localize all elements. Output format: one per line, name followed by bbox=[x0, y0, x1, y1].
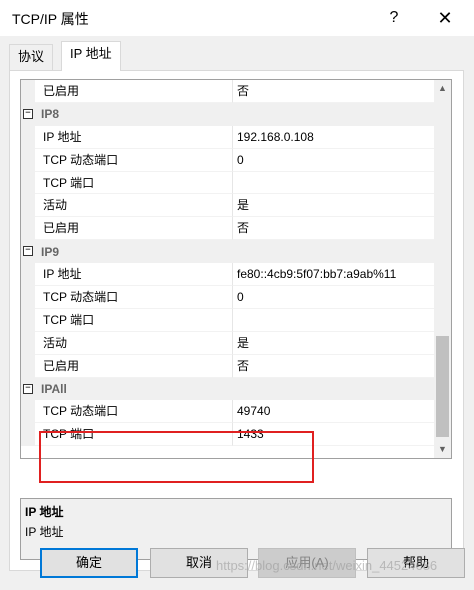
grid-category-row[interactable]: − IPAll bbox=[21, 377, 435, 401]
property-name: 活动 bbox=[35, 331, 233, 355]
grid-gutter: − bbox=[21, 377, 35, 401]
grid-gutter bbox=[21, 217, 35, 241]
property-name: TCP 端口 bbox=[35, 423, 233, 447]
grid-category-label: IPAll bbox=[41, 382, 67, 397]
grid-gutter bbox=[21, 80, 35, 103]
property-value[interactable] bbox=[233, 309, 435, 332]
property-name: TCP 动态端口 bbox=[35, 286, 233, 309]
grid-gutter bbox=[21, 194, 35, 218]
property-name: 已启用 bbox=[35, 217, 233, 241]
grid-property-row[interactable]: 已启用否 bbox=[21, 217, 435, 241]
grid-gutter bbox=[21, 400, 35, 424]
grid-gutter bbox=[21, 148, 35, 172]
apply-button[interactable]: 应用(A) bbox=[258, 548, 356, 578]
property-value[interactable]: 否 bbox=[233, 80, 435, 103]
property-value[interactable]: 是 bbox=[233, 332, 435, 355]
dialog-body: 协议 IP 地址 已启用否 − IP8 IP 地址 192.168.0.108 TCP 动… bbox=[0, 36, 474, 590]
property-value[interactable]: 0 bbox=[233, 286, 435, 309]
property-value[interactable]: 49740 bbox=[233, 400, 435, 424]
property-name: TCP 动态端口 bbox=[35, 148, 233, 172]
property-value[interactable]: 1433 bbox=[233, 423, 435, 447]
description-title: IP 地址 bbox=[25, 505, 64, 519]
description-text: IP 地址 bbox=[25, 525, 64, 539]
scroll-down-icon[interactable]: ▼ bbox=[434, 441, 451, 458]
property-value[interactable]: 否 bbox=[233, 217, 435, 241]
grid-property-row[interactable]: TCP 端口 bbox=[21, 308, 435, 332]
cancel-button[interactable]: 取消 bbox=[150, 548, 248, 578]
property-name: 活动 bbox=[35, 194, 233, 218]
grid-property-row[interactable]: IP 地址 192.168.0.108 bbox=[21, 125, 435, 149]
grid-property-row[interactable]: 已启用否 bbox=[21, 80, 435, 103]
grid-gutter bbox=[21, 354, 35, 378]
grid-category-label: IP9 bbox=[41, 244, 60, 259]
property-value[interactable]: 是 bbox=[233, 194, 435, 218]
grid-property-row[interactable]: 已启用否 bbox=[21, 354, 435, 378]
grid-gutter bbox=[21, 286, 35, 309]
grid-property-row[interactable]: TCP 端口 1433 bbox=[21, 423, 435, 447]
scroll-thumb[interactable] bbox=[436, 336, 449, 437]
vertical-scrollbar[interactable]: ▲ ▼ bbox=[434, 80, 451, 458]
grid-category-label: IP8 bbox=[41, 107, 60, 122]
tab-protocol[interactable]: 协议 bbox=[9, 44, 54, 70]
collapse-icon[interactable]: − bbox=[23, 383, 33, 394]
property-value[interactable]: fe80::4cb9:5f07:bb7:a9ab%11 bbox=[233, 263, 435, 287]
collapse-icon[interactable]: − bbox=[23, 108, 33, 119]
grid-gutter bbox=[21, 308, 35, 332]
grid-gutter bbox=[21, 171, 35, 195]
property-name: TCP 动态端口 bbox=[35, 400, 233, 424]
grid-gutter bbox=[21, 423, 35, 447]
window-title: TCP/IP 属性 bbox=[12, 11, 89, 27]
collapse-icon[interactable]: − bbox=[23, 246, 33, 257]
grid-property-row[interactable]: TCP 动态端口 0 bbox=[21, 286, 435, 309]
tab-panel-ip-addresses: 已启用否 − IP8 IP 地址 192.168.0.108 TCP 动态端口 0 TCP 端… bbox=[9, 70, 464, 571]
grid-property-row[interactable]: TCP 动态端口 0 bbox=[21, 148, 435, 172]
help-icon[interactable]: ? bbox=[380, 4, 408, 32]
property-value[interactable]: 否 bbox=[233, 355, 435, 378]
property-name: 已启用 bbox=[35, 80, 233, 103]
grid-property-row[interactable]: 活动是 bbox=[21, 194, 435, 218]
property-name: IP 地址 bbox=[35, 263, 233, 287]
title-bar: TCP/IP 属性 ? ✕ bbox=[0, 0, 474, 36]
property-name: TCP 端口 bbox=[35, 308, 233, 332]
grid-category-row[interactable]: − IP8 bbox=[21, 102, 435, 126]
property-name: TCP 端口 bbox=[35, 171, 233, 195]
tab-ip-addresses[interactable]: IP 地址 bbox=[61, 41, 121, 71]
grid-property-row[interactable]: TCP 端口 bbox=[21, 171, 435, 195]
property-value[interactable]: 192.168.0.108 bbox=[233, 126, 435, 149]
property-value[interactable] bbox=[233, 172, 435, 195]
help-button[interactable]: 帮助 bbox=[367, 548, 465, 578]
grid-gutter bbox=[21, 263, 35, 287]
property-grid: 已启用否 − IP8 IP 地址 192.168.0.108 TCP 动态端口 0 TCP 端… bbox=[20, 79, 452, 459]
grid-gutter: − bbox=[21, 240, 35, 264]
property-name: 已启用 bbox=[35, 354, 233, 378]
scroll-up-icon[interactable]: ▲ bbox=[434, 80, 451, 97]
grid-gutter bbox=[21, 125, 35, 149]
grid-gutter: − bbox=[21, 102, 35, 126]
grid-category-row[interactable]: − IP9 bbox=[21, 240, 435, 264]
grid-property-row[interactable]: IP 地址 fe80::4cb9:5f07:bb7:a9ab%11 bbox=[21, 263, 435, 287]
property-grid-rows: 已启用否 − IP8 IP 地址 192.168.0.108 TCP 动态端口 0 TCP 端… bbox=[21, 80, 435, 447]
property-value[interactable]: 0 bbox=[233, 149, 435, 172]
grid-gutter bbox=[21, 331, 35, 355]
close-icon[interactable]: ✕ bbox=[430, 4, 460, 32]
grid-property-row[interactable]: TCP 动态端口 49740 bbox=[21, 400, 435, 424]
ok-button[interactable]: 确定 bbox=[40, 548, 138, 578]
property-name: IP 地址 bbox=[35, 125, 233, 149]
grid-property-row[interactable]: 活动是 bbox=[21, 331, 435, 355]
